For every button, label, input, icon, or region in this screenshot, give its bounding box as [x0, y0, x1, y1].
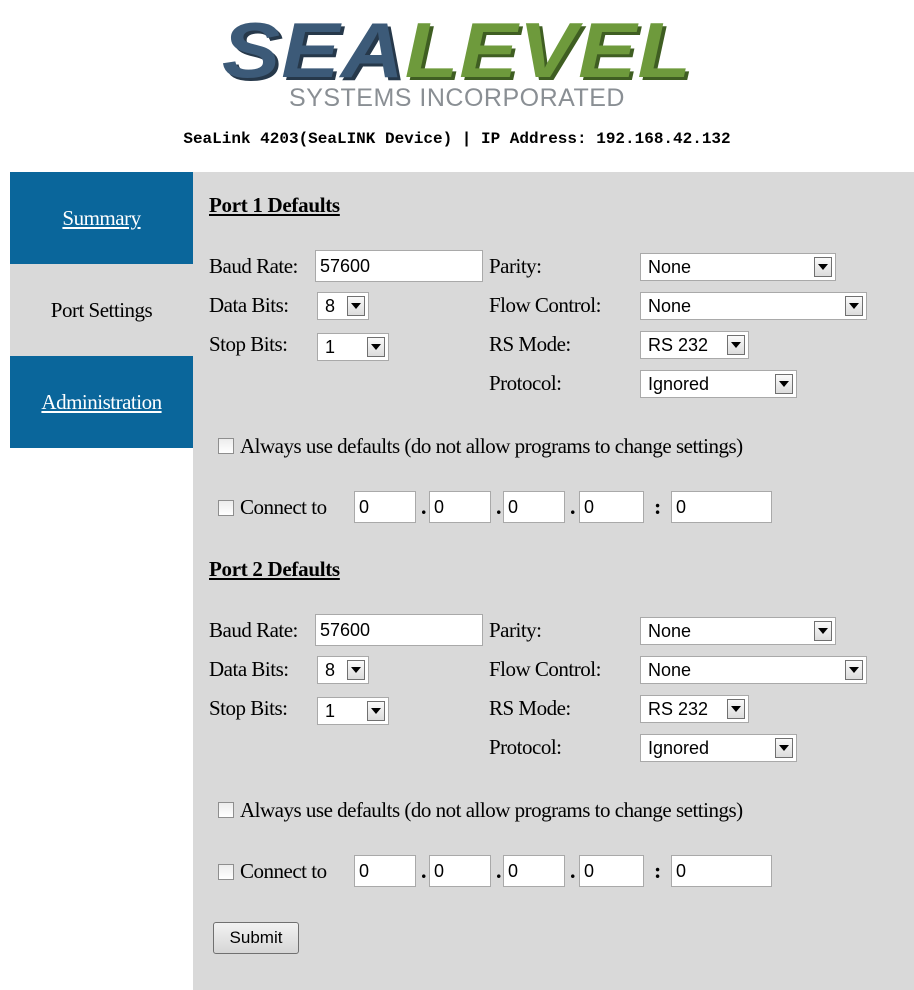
chevron-down-icon [814, 621, 832, 641]
port2-flow-label: Flow Control: [489, 657, 601, 681]
port2-rsmode-select[interactable]: RS 232 [640, 695, 749, 723]
chevron-down-icon [845, 660, 863, 680]
port1-ip-octet-2[interactable]: 0 [429, 491, 491, 523]
company-logo: SEALEVEL SYSTEMS INCORPORATED [0, 10, 914, 113]
chevron-down-icon [727, 335, 745, 355]
port1-always-defaults-checkbox[interactable] [218, 438, 234, 454]
submit-button[interactable]: Submit [213, 922, 299, 954]
ip-separator: . [496, 858, 502, 883]
chevron-down-icon [367, 701, 385, 721]
nav-administration[interactable]: Administration [10, 356, 193, 448]
port2-always-defaults-label: Always use defaults (do not allow progra… [240, 798, 743, 822]
nav-administration-link[interactable]: Administration [41, 390, 162, 415]
port2-parity-label: Parity: [489, 618, 542, 642]
chevron-down-icon [727, 699, 745, 719]
port1-flow-select[interactable]: None [640, 292, 867, 320]
chevron-down-icon [367, 337, 385, 357]
port1-databits-label: Data Bits: [209, 293, 289, 317]
nav-summary-link[interactable]: Summary [62, 206, 141, 231]
nav-port-settings: Port Settings [10, 264, 193, 356]
port-settings-panel: Port 1 Defaults Baud Rate: 57600 Data Bi… [193, 172, 914, 990]
port1-connect-label: Connect to [240, 495, 327, 519]
port1-databits-select[interactable]: 8 [317, 292, 369, 320]
chevron-down-icon [347, 296, 365, 316]
port2-connect-checkbox[interactable] [218, 864, 234, 880]
ip-separator: . [496, 494, 502, 519]
port1-rsmode-select[interactable]: RS 232 [640, 331, 749, 359]
port1-baud-input[interactable]: 57600 [315, 250, 483, 282]
port2-stopbits-select[interactable]: 1 [317, 697, 389, 725]
port2-protocol-select[interactable]: Ignored [640, 734, 797, 762]
port2-connect-label: Connect to [240, 859, 327, 883]
ip-separator: . [421, 858, 427, 883]
nav-port-settings-label: Port Settings [50, 297, 153, 322]
port2-ip-octet-1[interactable]: 0 [354, 855, 416, 887]
port2-databits-select[interactable]: 8 [317, 656, 369, 684]
port2-stopbits-label: Stop Bits: [209, 696, 288, 720]
port1-parity-select[interactable]: None [640, 253, 836, 281]
ip-separator: . [421, 494, 427, 519]
port2-protocol-label: Protocol: [489, 735, 562, 759]
logo-wordmark: SEALEVEL [221, 6, 693, 94]
port2-always-defaults-checkbox[interactable] [218, 802, 234, 818]
ip-separator: . [570, 858, 576, 883]
port1-tcp-port-input[interactable]: 0 [671, 491, 772, 523]
device-info: SeaLink 4203(SeaLINK Device) | IP Addres… [183, 130, 731, 148]
port1-ip-octet-4[interactable]: 0 [579, 491, 644, 523]
port1-rsmode-label: RS Mode: [489, 332, 571, 356]
port1-stopbits-select[interactable]: 1 [317, 333, 389, 361]
nav-summary[interactable]: Summary [10, 172, 193, 264]
ip-separator: . [570, 494, 576, 519]
port-separator: : [654, 858, 662, 883]
chevron-down-icon [347, 660, 365, 680]
port1-ip-octet-3[interactable]: 0 [503, 491, 565, 523]
port2-tcp-port-input[interactable]: 0 [671, 855, 772, 887]
port2-rsmode-label: RS Mode: [489, 696, 571, 720]
port1-title: Port 1 Defaults [209, 193, 340, 217]
port2-databits-label: Data Bits: [209, 657, 289, 681]
port2-baud-label: Baud Rate: [209, 618, 298, 642]
port2-ip-octet-3[interactable]: 0 [503, 855, 565, 887]
port2-ip-octet-4[interactable]: 0 [579, 855, 644, 887]
port1-always-defaults-label: Always use defaults (do not allow progra… [240, 434, 743, 458]
port-separator: : [654, 494, 662, 519]
port1-protocol-label: Protocol: [489, 371, 562, 395]
chevron-down-icon [775, 738, 793, 758]
port2-title: Port 2 Defaults [209, 557, 340, 581]
chevron-down-icon [775, 374, 793, 394]
port1-connect-checkbox[interactable] [218, 500, 234, 516]
port2-flow-select[interactable]: None [640, 656, 867, 684]
port2-baud-input[interactable]: 57600 [315, 614, 483, 646]
port1-stopbits-label: Stop Bits: [209, 332, 288, 356]
port1-protocol-select[interactable]: Ignored [640, 370, 797, 398]
port1-baud-label: Baud Rate: [209, 254, 298, 278]
port2-ip-octet-2[interactable]: 0 [429, 855, 491, 887]
port1-ip-octet-1[interactable]: 0 [354, 491, 416, 523]
chevron-down-icon [814, 257, 832, 277]
port2-parity-select[interactable]: None [640, 617, 836, 645]
port1-parity-label: Parity: [489, 254, 542, 278]
chevron-down-icon [845, 296, 863, 316]
sidebar-nav: Summary Port Settings Administration [10, 172, 193, 448]
port1-flow-label: Flow Control: [489, 293, 601, 317]
